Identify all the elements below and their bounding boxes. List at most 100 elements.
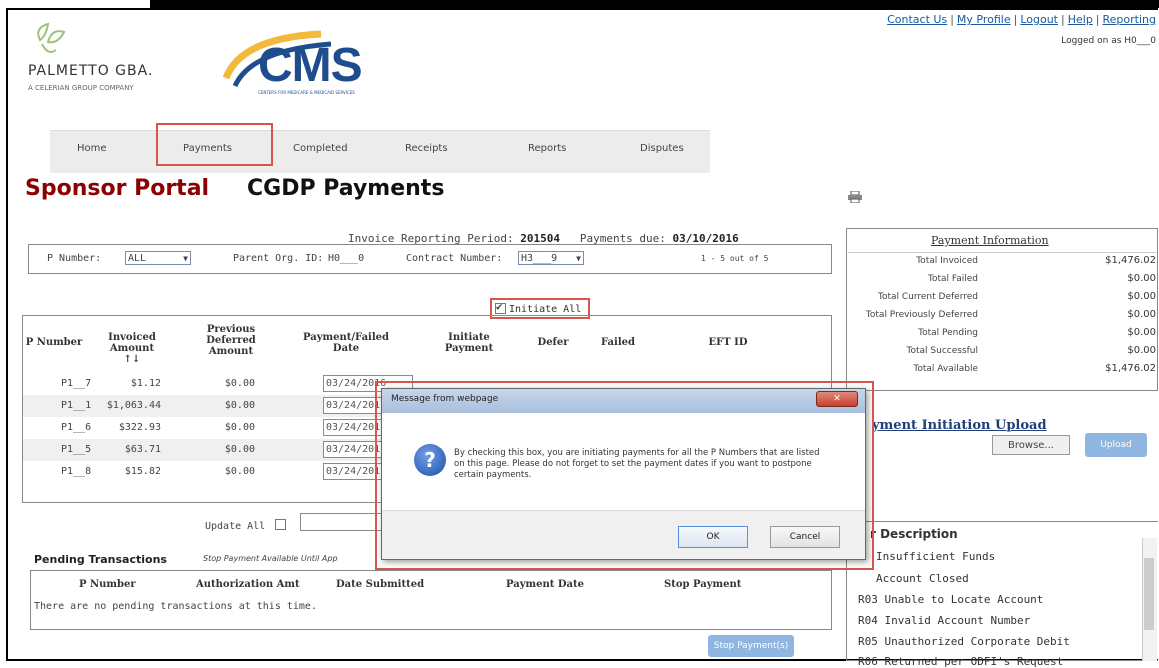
error-item: R03 Unable to Locate Account <box>858 593 1044 606</box>
record-count: 1 - 5 out of 5 <box>701 254 769 263</box>
parent-org-value: H0___0 <box>328 253 365 264</box>
org-name: PALMETTO GBA. <box>28 63 154 79</box>
tab-completed[interactable]: Completed <box>293 143 348 154</box>
page-title: CGDP Payments <box>247 176 445 201</box>
upload-button[interactable]: Upload <box>1085 433 1147 457</box>
logout-link[interactable]: Logout <box>1020 13 1058 26</box>
cell-invoiced: $63.71 <box>124 444 161 455</box>
total-invoiced-value: $1,476.02 <box>1105 255 1156 266</box>
total-prev-deferred-value: $0.00 <box>1127 309 1156 320</box>
stop-payment-button[interactable]: Stop Payment(s) <box>708 635 794 657</box>
tab-reports[interactable]: Reports <box>528 143 566 154</box>
cell-p-number: P1__1 <box>61 400 92 411</box>
initiate-all-checkbox[interactable] <box>495 300 506 314</box>
cell-deferred: $0.00 <box>224 378 255 389</box>
contract-label: Contract Number: <box>406 253 503 264</box>
pending-note: Stop Payment Available Until App <box>203 554 338 563</box>
p-number-label: P Number: <box>47 253 102 264</box>
p-number-select[interactable]: ALL ▼ <box>125 251 191 265</box>
cell-deferred: $0.00 <box>224 466 255 477</box>
top-links: Contact Us | My Profile | Logout | Help | Report… <box>887 13 1156 26</box>
col-invoiced[interactable]: Invoiced Amount ↑↓ <box>101 332 163 365</box>
total-failed-label: Total Failed <box>928 274 978 284</box>
print-icon[interactable] <box>848 191 862 203</box>
col-defer: Defer <box>537 337 569 348</box>
pending-col-auth: Authorization Amt <box>196 579 300 590</box>
cell-deferred: $0.00 <box>224 400 255 411</box>
col-prev-deferred: Previous Deferred Amount <box>206 324 256 357</box>
total-prev-deferred-label: Total Previously Deferred <box>865 310 978 320</box>
cms-logo-subtitle: CENTERS FOR MEDICARE & MEDICAID SERVICES <box>258 90 355 95</box>
total-failed-value: $0.00 <box>1127 273 1156 284</box>
cell-invoiced: $1,063.44 <box>106 400 161 411</box>
col-failed: Failed <box>601 337 635 348</box>
total-pending-value: $0.00 <box>1127 327 1156 338</box>
error-item: R05 Unauthorized Corporate Debit <box>858 635 1070 648</box>
reporting-link[interactable]: Reporting <box>1103 13 1156 26</box>
chevron-down-icon: ▼ <box>183 254 188 263</box>
total-successful-label: Total Successful <box>906 346 978 356</box>
scrollbar-thumb[interactable] <box>1144 558 1154 630</box>
cell-deferred: $0.00 <box>224 422 255 433</box>
parent-org-label: Parent Org. ID: <box>233 253 324 264</box>
portal-title: Sponsor Portal <box>25 176 210 201</box>
pending-col-p-number: P Number <box>79 579 136 590</box>
col-eft-id: EFT ID <box>708 337 748 348</box>
dialog-highlight <box>375 381 874 570</box>
tab-receipts[interactable]: Receipts <box>405 143 448 154</box>
contract-value: H3___9 <box>521 253 558 264</box>
filter-box: P Number: ALL ▼ Parent Org. ID: H0___0 Co… <box>28 244 832 274</box>
main-nav: Home Payments Completed Receipts Reports… <box>50 130 710 173</box>
pending-table: P Number Authorization Amt Date Submitte… <box>30 570 832 630</box>
logged-on-text: Logged on as H0___0 <box>1061 36 1156 46</box>
update-all-group: Update All <box>205 518 287 532</box>
total-pending-label: Total Pending <box>918 328 978 338</box>
error-item: Account Closed <box>876 572 969 585</box>
pending-title: Pending Transactions <box>34 553 167 566</box>
cell-invoiced: $15.82 <box>124 466 161 477</box>
update-all-checkbox[interactable] <box>275 519 287 530</box>
cell-p-number: P1__5 <box>61 444 92 455</box>
cell-invoiced: $322.93 <box>118 422 161 433</box>
cell-deferred: $0.00 <box>224 444 255 455</box>
col-p-number: P Number <box>25 337 83 348</box>
pending-col-stop: Stop Payment <box>664 579 742 590</box>
p-number-value: ALL <box>128 253 147 264</box>
pending-col-payment-date: Payment Date <box>506 579 584 590</box>
contract-select[interactable]: H3___9 ▼ <box>518 251 584 265</box>
error-item: R04 Invalid Account Number <box>858 614 1031 627</box>
payment-info-title: Payment Information <box>931 234 1049 247</box>
pending-col-submitted: Date Submitted <box>336 579 425 590</box>
divider <box>848 252 1156 253</box>
upload-title: yment Initiation Upload <box>872 418 1047 433</box>
cms-logo-text: CMS <box>258 39 363 92</box>
help-link[interactable]: Help <box>1068 13 1093 26</box>
palmetto-leaf-logo <box>37 22 66 53</box>
col-payment-date: Payment/Failed Date <box>302 332 389 354</box>
cell-p-number: P1__8 <box>61 466 92 477</box>
payment-info-rows: Total Invoiced $1,476.02 Total Failed $0… <box>846 255 1158 390</box>
org-subtitle: A CELERIAN GROUP COMPANY <box>28 84 134 92</box>
tab-home[interactable]: Home <box>77 143 107 154</box>
col-initiate: Initiate Payment <box>444 332 494 354</box>
payments-tab-highlight <box>156 123 273 166</box>
tab-disputes[interactable]: Disputes <box>640 143 684 154</box>
total-invoiced-label: Total Invoiced <box>916 256 978 266</box>
total-current-deferred-value: $0.00 <box>1127 291 1156 302</box>
browse-button[interactable]: Browse... <box>992 435 1070 455</box>
total-successful-value: $0.00 <box>1127 345 1156 356</box>
cell-p-number: P1__6 <box>61 422 92 433</box>
total-available-label: Total Available <box>913 364 978 374</box>
pending-empty-text: There are no pending transactions at thi… <box>34 601 317 612</box>
chevron-down-icon: ▼ <box>576 254 581 263</box>
total-available-value: $1,476.02 <box>1105 363 1156 374</box>
top-border-gap <box>0 0 150 8</box>
total-current-deferred-label: Total Current Deferred <box>877 292 978 302</box>
update-all-label: Update All <box>205 521 266 532</box>
contact-us-link[interactable]: Contact Us <box>887 13 947 26</box>
cell-p-number: P1__7 <box>61 378 92 389</box>
cell-invoiced: $1.12 <box>130 378 161 389</box>
my-profile-link[interactable]: My Profile <box>957 13 1011 26</box>
initiate-all-label: Initiate All <box>509 304 582 315</box>
error-description-title: r Description <box>870 527 958 541</box>
